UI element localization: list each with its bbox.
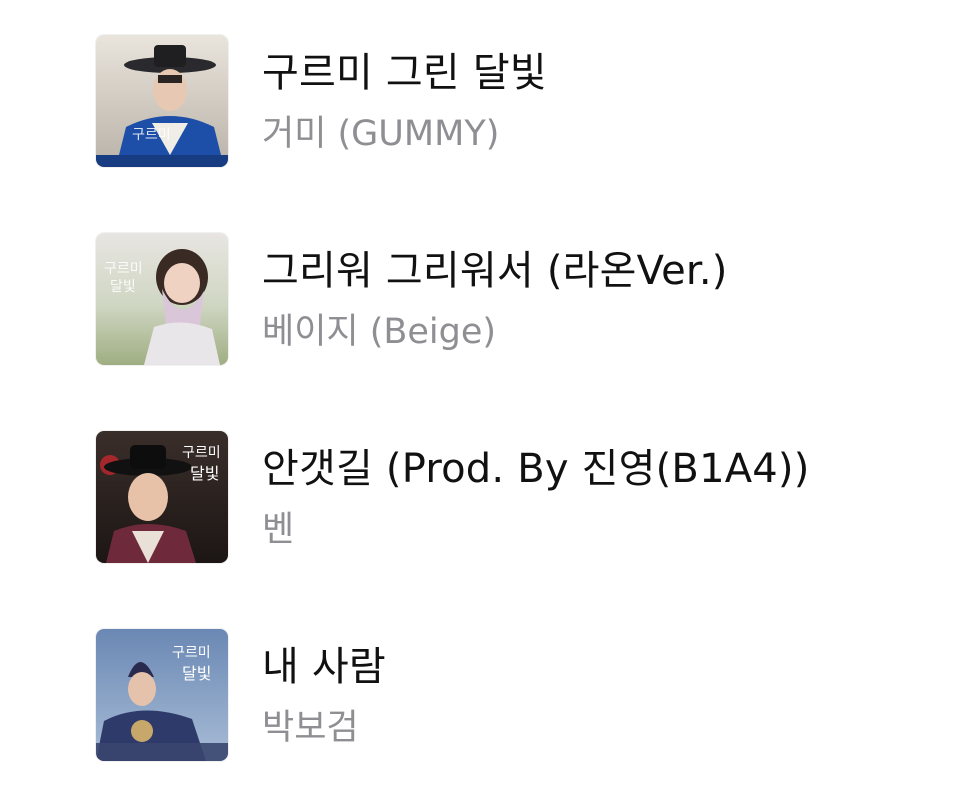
- song-title: 그리워 그리워서 (라온Ver.): [262, 248, 728, 294]
- svg-text:달빛: 달빛: [110, 279, 136, 295]
- song-artist: 베이지 (Beige): [262, 312, 497, 352]
- song-title: 안갯길 (Prod. By 진영(B1A4)): [262, 446, 810, 492]
- song-artist: 박보검: [262, 708, 359, 748]
- album-art-1-calligraphy: 구르미: [132, 127, 171, 143]
- album-art-3-image: 구르미 달빛: [96, 431, 228, 563]
- album-art-1-image: 구르미: [96, 35, 228, 167]
- song-list: 구르미 구르미 그린 달빛 거미 (GUMMY) 구르미 달빛 그리워 그리워서…: [0, 0, 974, 799]
- song-row-4[interactable]: 구르미 달빛 내 사람 박보검: [96, 629, 936, 761]
- song-title: 내 사람: [262, 644, 386, 690]
- album-art-4-calligraphy: 구르미: [172, 645, 211, 661]
- album-art-4-image: 구르미 달빛: [96, 629, 228, 761]
- song-row-1[interactable]: 구르미 구르미 그린 달빛 거미 (GUMMY): [96, 35, 936, 167]
- album-art-3: 구르미 달빛: [96, 431, 228, 563]
- album-art-4: 구르미 달빛: [96, 629, 228, 761]
- svg-text:달빛: 달빛: [182, 664, 211, 683]
- album-art-2: 구르미 달빛: [96, 233, 228, 365]
- song-row-2[interactable]: 구르미 달빛 그리워 그리워서 (라온Ver.) 베이지 (Beige): [96, 233, 936, 365]
- album-art-2-calligraphy: 구르미: [104, 261, 143, 277]
- album-art-3-calligraphy: 구르미: [182, 445, 221, 461]
- song-row-3[interactable]: 구르미 달빛 안갯길 (Prod. By 진영(B1A4)) 벤: [96, 431, 936, 563]
- song-artist: 벤: [262, 510, 295, 550]
- svg-text:달빛: 달빛: [190, 464, 219, 483]
- album-art-2-image: 구르미 달빛: [96, 233, 228, 365]
- song-title: 구르미 그린 달빛: [262, 50, 547, 96]
- song-artist: 거미 (GUMMY): [262, 114, 500, 154]
- album-art-1: 구르미: [96, 35, 228, 167]
